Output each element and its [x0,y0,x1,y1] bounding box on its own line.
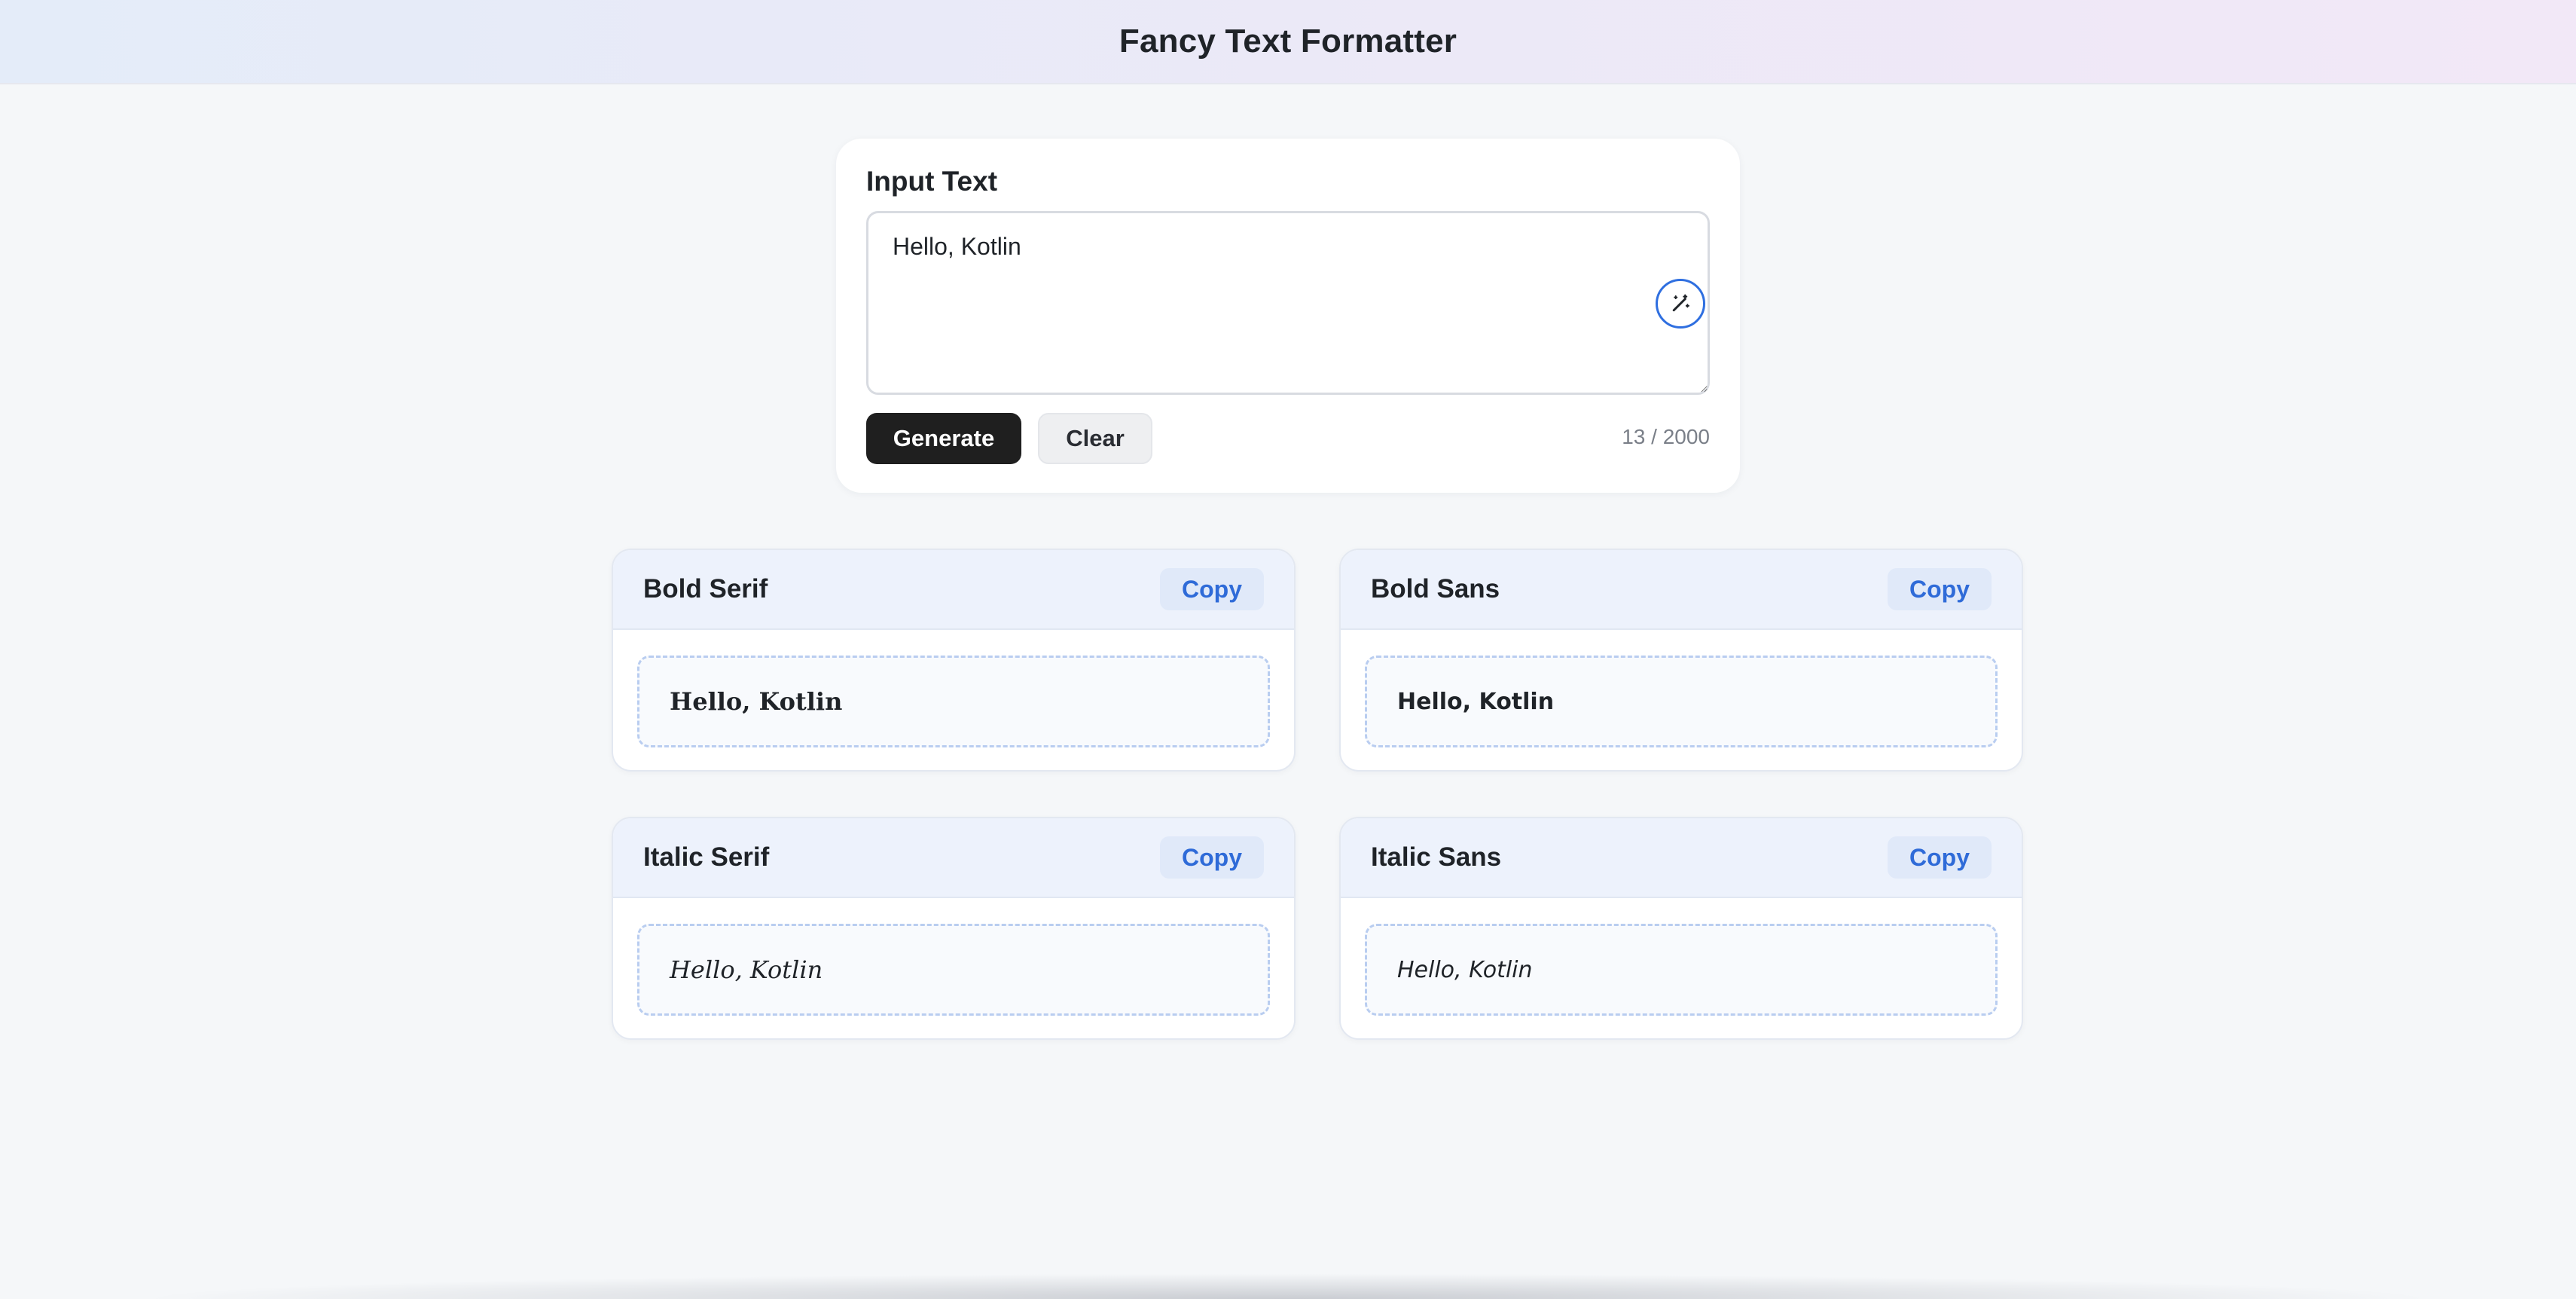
result-output-box: Hello, Kotlin [1365,924,1998,1016]
generate-button[interactable]: Generate [866,413,1021,464]
result-card-header: Italic Serif Copy [613,818,1294,898]
character-counter: 13 / 2000 [1622,425,1710,448]
page-title: Fancy Text Formatter [1119,23,1457,60]
result-output-text: Hello, Kotlin [1397,688,1555,715]
bottom-shadow [136,1273,2440,1299]
input-label: Input Text [866,166,998,197]
result-card-title: Bold Serif [643,574,768,604]
magic-wand-button[interactable] [1656,279,1705,329]
textarea-wrapper [866,211,1710,395]
result-card-bold-sans: Bold Sans Copy Hello, Kotlin [1339,549,2023,772]
result-output-text: Hello, Kotlin [670,955,823,984]
magic-wand-icon [1672,294,1689,312]
result-card-header: Bold Sans Copy [1341,550,2022,630]
copy-button-italic-serif[interactable]: Copy [1160,836,1264,879]
copy-button-bold-serif[interactable]: Copy [1160,568,1264,610]
app-header: Fancy Text Formatter [0,0,2576,84]
result-output-box: Hello, Kotlin [637,656,1270,747]
result-output-box: Hello, Kotlin [637,924,1270,1016]
copy-button-bold-sans[interactable]: Copy [1888,568,1992,610]
result-card-header: Bold Serif Copy [613,550,1294,630]
result-card-title: Italic Serif [643,842,770,872]
result-card-italic-serif: Italic Serif Copy Hello, Kotlin [612,817,1296,1040]
result-output-text: Hello, Kotlin [1397,956,1533,983]
result-card-title: Bold Sans [1371,574,1500,604]
result-output-box: Hello, Kotlin [1365,656,1998,747]
clear-button[interactable]: Clear [1038,413,1152,464]
result-output-text: Hello, Kotlin [670,687,843,716]
input-textarea[interactable] [866,211,1710,395]
result-card-header: Italic Sans Copy [1341,818,2022,898]
input-card: Input Text Generate Clear 13 / 2000 [836,139,1740,493]
result-card-italic-sans: Italic Sans Copy Hello, Kotlin [1339,817,2023,1040]
result-card-title: Italic Sans [1371,842,1502,872]
result-card-bold-serif: Bold Serif Copy Hello, Kotlin [612,549,1296,772]
copy-button-italic-sans[interactable]: Copy [1888,836,1992,879]
